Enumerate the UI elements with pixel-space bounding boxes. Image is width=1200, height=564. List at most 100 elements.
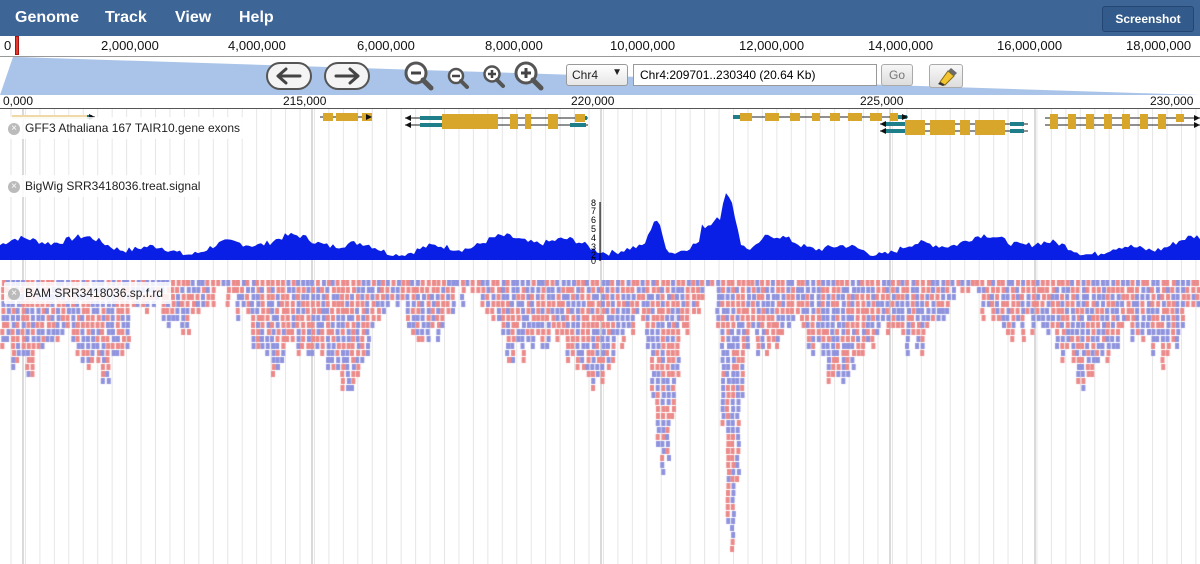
chromosome-select[interactable]: Chr4 ▼ [566, 64, 628, 86]
menu-view[interactable]: View [175, 0, 211, 36]
zoom-in-icon [483, 65, 505, 88]
highlight-icon [938, 68, 957, 86]
overview-label: 16,000,000 [997, 38, 1063, 53]
overview-label: 6,000,000 [357, 38, 415, 53]
zoom-in-button[interactable] [481, 64, 509, 93]
gene-exon [975, 127, 1005, 135]
gene-exon [548, 121, 558, 129]
menu-genome[interactable]: Genome [15, 0, 79, 36]
read-alignments[interactable] [0, 280, 1200, 564]
gene-exon [1122, 121, 1130, 129]
gene-exon [510, 114, 518, 122]
gene-exon [525, 114, 531, 122]
gene-exon [323, 113, 333, 121]
overview-ruler[interactable]: 0 2,000,000 4,000,000 6,000,000 8,000,00… [0, 36, 1200, 57]
strand-arrow [1194, 122, 1200, 128]
strand-arrow [405, 122, 411, 128]
gene-utr [420, 116, 445, 120]
strand-arrow [880, 128, 886, 134]
gene-exon [870, 113, 882, 121]
pan-right-button[interactable] [324, 62, 370, 93]
gene-exon [548, 114, 558, 122]
pan-right-icon [324, 62, 370, 90]
track-label-text: BAM SRR3418036.sp.f.rd [25, 286, 164, 300]
gene-exon [930, 127, 955, 135]
gene-exon [470, 114, 498, 122]
gene-exon [1086, 114, 1094, 122]
gene-utr [886, 122, 906, 126]
screenshot-button[interactable]: Screenshot [1102, 6, 1194, 32]
highlight-button[interactable] [929, 64, 963, 88]
zoom-in-big-button[interactable] [512, 60, 546, 95]
overview-label: 8,000,000 [485, 38, 543, 53]
zoom-out-big-icon [404, 61, 434, 91]
navigation-bar: Chr4 ▼ Go [0, 57, 1200, 95]
gene-exon [1158, 114, 1166, 122]
overview-label: 18,000,000 [1126, 38, 1192, 53]
scale-tick: 0 [591, 256, 596, 264]
gene-exon [765, 113, 779, 121]
close-icon[interactable]: × [8, 122, 20, 135]
gene-utr [733, 115, 741, 119]
gene-exon [812, 113, 820, 121]
gene-exon [1086, 121, 1094, 129]
strand-arrow [880, 121, 886, 127]
close-icon[interactable]: × [8, 180, 20, 193]
gene-utr [1010, 122, 1024, 126]
track-label-text: BigWig SRR3418036.treat.signal [25, 179, 201, 193]
strand-arrow [1194, 115, 1200, 121]
gene-exon [1140, 121, 1148, 129]
gene-exon [525, 121, 531, 129]
overview-label: 10,000,000 [610, 38, 676, 53]
gene-exon [470, 121, 498, 129]
chevron-down-icon: ▼ [612, 67, 622, 78]
gene-exon [1068, 121, 1076, 129]
track-label-text: GFF3 Athaliana 167 TAIR10.gene exons [25, 121, 241, 135]
gene-exon [1158, 121, 1166, 129]
overview-label: 0 [4, 38, 12, 53]
zoom-out-icon [447, 67, 469, 89]
gene-exon [336, 113, 358, 121]
go-button[interactable]: Go [881, 64, 913, 86]
gene-exon [1050, 114, 1058, 122]
pan-left-icon [266, 62, 312, 90]
zoom-out-big-button[interactable] [402, 60, 436, 95]
overview-label: 4,000,000 [228, 38, 286, 53]
gene-exon [830, 113, 840, 121]
overview-label: 2,000,000 [101, 38, 159, 53]
gene-exon [1104, 121, 1112, 129]
track-label-bigwig[interactable]: × BigWig SRR3418036.treat.signal [4, 175, 209, 197]
gene-exon [960, 120, 970, 128]
menu-help[interactable]: Help [239, 0, 274, 36]
overview-label: 14,000,000 [868, 38, 934, 53]
gene-exon [1122, 114, 1130, 122]
gene-exon [1068, 114, 1076, 122]
menu-bar: Genome Track View Help Screenshot [0, 0, 1200, 37]
strand-arrow [405, 115, 411, 121]
gene-exon [905, 127, 925, 135]
gene-exon [890, 113, 898, 121]
gene-exon [1140, 114, 1148, 122]
gene-exon [848, 113, 862, 121]
zoom-in-big-icon [514, 61, 544, 91]
ruler-label: 220,000 [571, 94, 615, 108]
gene-exon [790, 113, 800, 121]
gene-exon [975, 120, 1005, 128]
ruler-label: 215,000 [283, 94, 327, 108]
menu-track[interactable]: Track [105, 0, 147, 36]
zoom-out-button[interactable] [446, 66, 472, 93]
track-area[interactable]: 8 7 6 5 4 3 2 0 × GFF3 Athaliana 167 TAIR… [0, 109, 1200, 564]
close-icon[interactable]: × [8, 287, 20, 300]
track-label-bam[interactable]: × BAM SRR3418036.sp.f.rd [4, 282, 172, 304]
overview-location-marker[interactable] [15, 36, 19, 55]
gene-exon [510, 121, 518, 129]
gene-exon [1050, 121, 1058, 129]
track-label-gff[interactable]: × GFF3 Athaliana 167 TAIR10.gene exons [4, 117, 249, 139]
gene-exon [905, 120, 925, 128]
gene-utr [886, 129, 906, 133]
ruler-label: 0,000 [3, 94, 34, 108]
gene-exon [1104, 114, 1112, 122]
pan-left-button[interactable] [266, 62, 312, 93]
location-input[interactable] [633, 64, 877, 86]
chromosome-value: Chr4 [572, 68, 599, 82]
